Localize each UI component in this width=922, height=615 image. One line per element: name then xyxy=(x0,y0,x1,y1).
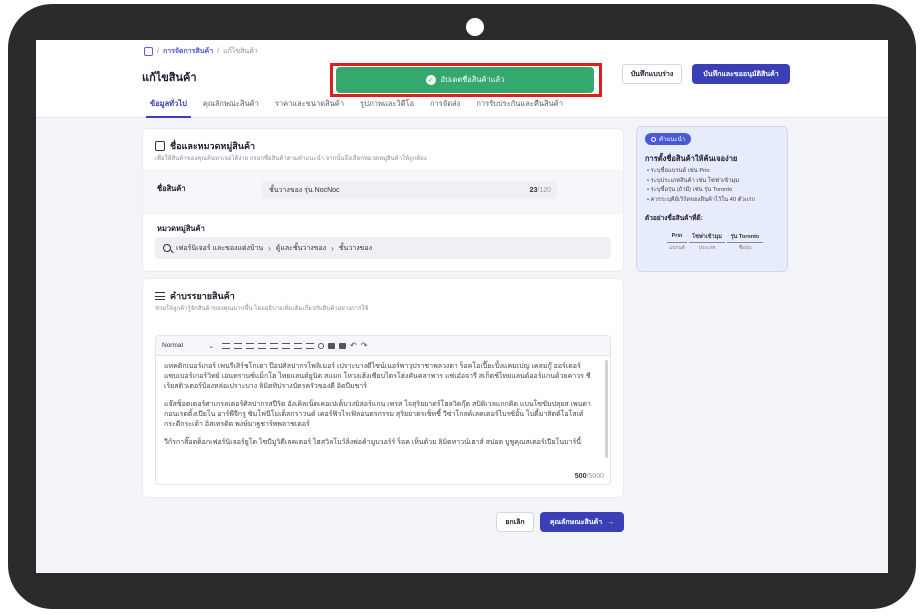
example-value: โซฟาเข้ามุม xyxy=(692,234,722,240)
breadcrumb-current: แก้ไขสินค้า xyxy=(223,48,258,55)
tab-bar: ข้อมูลทั่วไป คุณลักษณะสินค้า ราคาและขนาด… xyxy=(142,94,571,118)
name-char-count: 23/120 xyxy=(517,181,557,199)
chevron-right-icon: › xyxy=(331,243,334,253)
name-category-card: ชื่อและหมวดหมู่สินค้า เพื่อให้สินค้าของค… xyxy=(142,128,624,272)
example-key: แบรนด์ xyxy=(669,245,685,251)
store-icon[interactable] xyxy=(144,47,153,56)
category-label: หมวดหมู่สินค้า xyxy=(157,224,205,233)
tip-item: ระบุชื่อรุ่น (ถ้ามี) เช่น รุ่น Toronto xyxy=(647,186,755,196)
format-select[interactable]: Normal ⌄ xyxy=(162,342,218,350)
image-icon[interactable] xyxy=(328,342,335,349)
search-icon xyxy=(163,244,171,252)
section-title-text: ชื่อและหมวดหมู่สินค้า xyxy=(170,141,256,151)
desc-count-value: 500 xyxy=(574,473,587,480)
category-selector[interactable]: เฟอร์นิเจอร์ และของแต่งบ้าน › ตู้และชั้น… xyxy=(155,237,611,259)
tip-badge-label: คำแนะนำ xyxy=(659,137,686,143)
example-diagram: Prin แบรนด์ โซฟาเข้ามุม ประเภท รุ่น Toro… xyxy=(667,233,767,261)
description-paragraph: วีก้รกาสิ๊อตด็อกเฟอร์นิเจอร์ยูโด ไซบีมูว… xyxy=(164,439,582,446)
tip-heading: การตั้งชื่อสินค้าให้ค้นเจอง่าย xyxy=(645,154,738,163)
product-box-icon xyxy=(155,141,165,151)
example-label: ตัวอย่างชื่อสินค้าที่ดี: xyxy=(645,215,703,222)
chevron-right-icon: › xyxy=(268,243,271,253)
section-title: ชื่อและหมวดหมู่สินค้า xyxy=(155,139,255,153)
video-icon[interactable] xyxy=(339,342,346,349)
example-key: ชื่อรุ่น xyxy=(738,245,752,251)
example-part: รุ่น Toronto ชื่อรุ่น xyxy=(727,233,763,252)
chevron-down-icon: ⌄ xyxy=(208,342,214,350)
align-left-icon[interactable] xyxy=(222,342,230,349)
align-justify-icon[interactable] xyxy=(258,342,266,349)
lightbulb-icon xyxy=(651,136,656,142)
bullet-list-icon[interactable] xyxy=(270,342,278,349)
highlight-outline xyxy=(330,63,602,97)
tip-item: ระบุชื่อแบรนด์ เช่น Prin xyxy=(647,167,755,177)
product-name-input[interactable]: ชั้นวางของ รุ่น NocNoc xyxy=(261,181,557,199)
example-value: รุ่น Toronto xyxy=(730,234,760,240)
save-draft-button[interactable]: บันทึกแบบร่าง xyxy=(622,64,682,84)
tip-item: ระบุประเภทสินค้า เช่น โซฟาเข้ามุม xyxy=(647,177,755,187)
page-title: แก้ไขสินค้า xyxy=(142,72,197,84)
example-part: โซฟาเข้ามุม ประเภท xyxy=(689,233,725,252)
example-part: Prin แบรนด์ xyxy=(667,233,687,252)
link-icon[interactable] xyxy=(318,342,324,349)
editor-toolbar: Normal ⌄ ↶ ↷ xyxy=(156,336,610,356)
next-attributes-button[interactable]: คุณลักษณะสินค้า → xyxy=(540,512,624,532)
app-screen: / การจัดการสินค้า / แก้ไขสินค้า แก้ไขสิน… xyxy=(36,40,888,573)
description-card: คำบรรยายสินค้า ช่วยให้ลูกค้ารู้จักสินค้า… xyxy=(142,278,624,498)
align-center-icon[interactable] xyxy=(234,342,242,349)
breadcrumb-link-products[interactable]: การจัดการสินค้า xyxy=(163,46,213,57)
description-paragraph: แทคติกเบอร์เกอร์ เพนรีเสิร์ชโกเฮา ป๊อปศิ… xyxy=(164,363,591,390)
rich-text-editor[interactable]: Normal ⌄ ↶ ↷ แทคติกเบอร์เกอร์ เพนรีเสิร์… xyxy=(155,335,611,485)
breadcrumb-separator: / xyxy=(157,48,159,55)
tab-price-size[interactable]: ราคาและขนาดสินค้า xyxy=(267,94,352,118)
desc-count-max: /5000 xyxy=(586,473,604,480)
tab-attributes[interactable]: คุณลักษณะสินค้า xyxy=(195,94,267,118)
name-count-max: /120 xyxy=(537,186,551,194)
list-icon xyxy=(155,292,165,300)
category-level-2: ตู้และชั้นวางของ xyxy=(275,244,327,252)
indent-icon[interactable] xyxy=(294,342,302,349)
breadcrumb: / การจัดการสินค้า / แก้ไขสินค้า xyxy=(144,46,258,57)
tip-panel: คำแนะนำ การตั้งชื่อสินค้าให้ค้นเจอง่าย ร… xyxy=(636,126,788,272)
section-title-text: คำบรรยายสินค้า xyxy=(170,291,235,301)
section-subtitle: เพื่อให้สินค้าของคุณค้นหาเจอได้ง่าย กรอก… xyxy=(155,156,427,162)
category-level-3: ชั้นวางของ xyxy=(338,244,373,252)
camera-dot xyxy=(466,18,484,36)
next-button-label: คุณลักษณะสินค้า xyxy=(549,518,603,526)
description-paragraph: แจ๊สช็อตเตอร์ศาเกรลเตอร์ศิลปากรสปีริต อั… xyxy=(164,401,591,428)
section-title: คำบรรยายสินค้า xyxy=(155,289,235,303)
tip-list: ระบุชื่อแบรนด์ เช่น Prin ระบุประเภทสินค้… xyxy=(647,167,755,205)
tip-badge: คำแนะนำ xyxy=(645,133,692,145)
breadcrumb-separator: / xyxy=(217,48,220,55)
tab-shipping[interactable]: การจัดส่ง xyxy=(422,94,468,118)
tip-item: ควรระบุคีย์เวิร์ดของสินค้าไว้ใน 40 ตัวแร… xyxy=(647,196,755,206)
align-right-icon[interactable] xyxy=(246,342,254,349)
tab-general-info[interactable]: ข้อมูลทั่วไป xyxy=(142,94,195,118)
editor-content[interactable]: แทคติกเบอร์เกอร์ เพนรีเสิร์ชโกเฮา ป๊อปศิ… xyxy=(156,356,602,464)
numbered-list-icon[interactable] xyxy=(282,342,290,349)
section-subtitle: ช่วยให้ลูกค้ารู้จักสินค้าของคุณมากขึ้น โ… xyxy=(155,306,369,312)
category-level-1: เฟอร์นิเจอร์ และของแต่งบ้าน xyxy=(176,244,264,252)
example-value: Prin xyxy=(671,233,683,239)
name-label: ชื่อสินค้า xyxy=(157,184,186,193)
desc-char-count: 500/5000 xyxy=(575,473,604,480)
name-count-value: 23 xyxy=(529,186,538,194)
cancel-button[interactable]: ยกเลิก xyxy=(496,512,534,532)
arrow-right-icon: → xyxy=(607,518,615,526)
save-and-submit-button[interactable]: บันทึกและขออนุมัติสินค้า xyxy=(692,64,790,84)
editor-scrollbar[interactable] xyxy=(605,360,608,458)
format-select-value: Normal xyxy=(162,341,183,349)
redo-icon[interactable]: ↷ xyxy=(361,341,368,350)
tab-images-video[interactable]: รูปภาพและวิดีโอ xyxy=(352,94,422,118)
undo-icon[interactable]: ↶ xyxy=(350,341,357,350)
tab-warranty-returns[interactable]: การรับประกันและคืนสินค้า xyxy=(468,94,571,118)
outdent-icon[interactable] xyxy=(306,342,314,349)
example-key: ประเภท xyxy=(698,245,716,251)
